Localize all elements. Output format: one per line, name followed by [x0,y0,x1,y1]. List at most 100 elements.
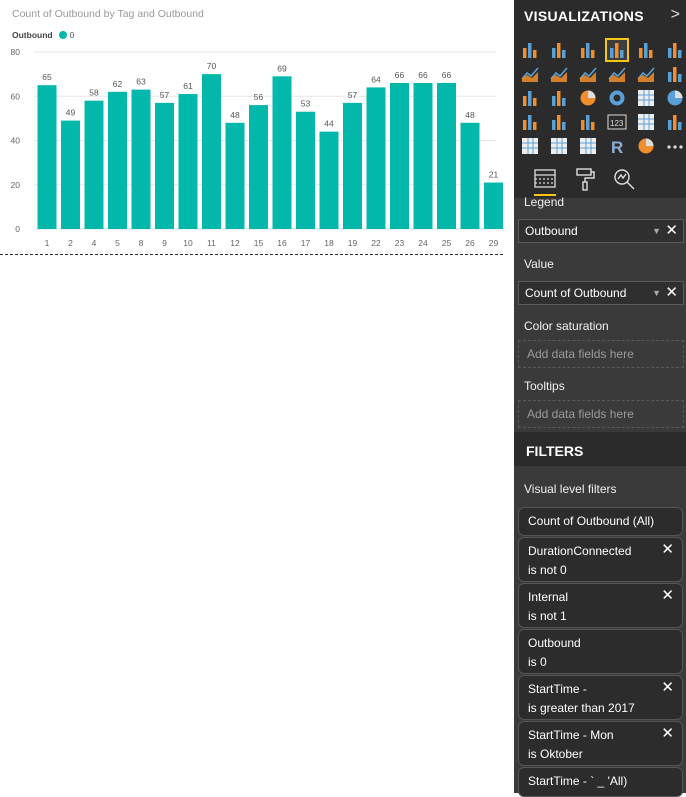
remove-filter-close-icon[interactable]: ✕ [661,726,674,742]
funnel-icon[interactable] [549,112,569,132]
clustered-column-icon[interactable] [605,38,629,62]
y-tick-label: 0 [15,224,20,234]
ribbon-icon[interactable] [665,64,685,84]
collapse-pane-chevron-icon[interactable]: > [671,6,680,24]
data-label: 66 [442,70,452,80]
filter-card-starttime-year[interactable]: StartTime - is greater than 2017 ✕ [518,675,683,720]
data-label: 66 [418,70,428,80]
svg-text:123: 123 [610,119,624,128]
data-label: 57 [160,90,170,100]
remove-filter-close-icon[interactable]: ✕ [661,680,674,696]
area-icon[interactable] [549,64,569,84]
legend-item: 0 [69,30,75,40]
color-saturation-label: Color saturation [524,319,609,333]
scatter-icon[interactable] [549,88,569,108]
x-tick-label: 18 [324,238,334,248]
bar [131,89,151,229]
y-tick-label: 60 [11,91,21,101]
y-tick-label: 80 [11,47,21,57]
matrix-icon[interactable] [578,136,598,156]
x-tick-label: 4 [92,238,97,248]
legend-field-name: Outbound [525,224,578,238]
clustered-bar-icon[interactable] [578,40,598,60]
bar [390,82,409,229]
bar [460,122,480,229]
line-column-icon[interactable] [607,64,627,84]
line-clustered-column-icon[interactable] [636,64,656,84]
format-paint-roller-icon[interactable] [572,166,598,192]
fields-tab-icon[interactable] [532,166,558,196]
bar [437,82,456,229]
gauge-icon[interactable] [578,112,598,132]
x-tick-label: 24 [418,238,428,248]
filter-title: Outbound [528,636,581,650]
bar [296,111,315,229]
visual-border [0,254,503,255]
card-icon[interactable]: 123 [607,112,627,132]
tooltips-dropzone[interactable]: Add data fields here [518,400,684,428]
slicer-icon[interactable] [520,136,540,156]
stacked-column-icon[interactable] [549,40,569,60]
treemap-icon[interactable] [636,88,656,108]
dropdown-arrow-icon[interactable]: ▼ [652,226,661,236]
data-label: 63 [136,77,146,87]
kpi-icon[interactable] [665,112,685,132]
data-label: 56 [254,92,264,102]
table-icon[interactable] [549,136,569,156]
filter-card-count-of-outbound[interactable]: Count of Outbound (All) [518,507,683,536]
dropzone-placeholder: Add data fields here [527,407,634,421]
data-label: 49 [66,108,76,118]
remove-filter-close-icon[interactable]: ✕ [661,542,674,558]
x-tick-label: 29 [489,238,499,248]
data-label: 48 [230,110,240,120]
data-label: 21 [489,170,499,180]
filter-card-starttime-month[interactable]: StartTime - Mon is Oktober ✕ [518,721,683,766]
bar [249,105,268,229]
filters-header: FILTERS [514,432,686,466]
analytics-magnifier-icon[interactable] [611,166,637,192]
legend-dot-icon [58,31,67,39]
pie-icon[interactable] [578,88,598,108]
filters-title: FILTERS [526,443,584,459]
bar [202,74,221,229]
filter-card-internal[interactable]: Internal is not 1 ✕ [518,583,683,628]
waterfall-icon[interactable] [520,88,540,108]
data-label: 61 [183,81,193,91]
100-column-icon[interactable] [665,40,685,60]
legend-field[interactable]: Outbound ▼ ✕ [518,219,684,243]
filter-card-outbound[interactable]: Outbound is 0 [518,629,683,674]
filter-title: StartTime - [528,682,587,696]
filled-map-icon[interactable] [520,112,540,132]
donut-icon[interactable] [607,88,627,108]
globe-icon[interactable] [636,136,656,156]
remove-field-close-icon[interactable]: ✕ [665,222,678,240]
x-tick-label: 23 [395,238,405,248]
x-tick-label: 22 [371,238,381,248]
data-label: 66 [395,70,405,80]
remove-field-close-icon[interactable]: ✕ [665,284,678,302]
filter-card-durationconnected[interactable]: DurationConnected is not 0 ✕ [518,537,683,582]
bar [155,102,174,229]
x-tick-label: 17 [301,238,311,248]
visualizations-header: VISUALIZATIONS > [514,0,686,34]
filter-title: StartTime - Mon [528,728,614,742]
r-visual-icon[interactable]: R [607,136,627,157]
pane-tabs [514,162,686,198]
color-saturation-dropzone[interactable]: Add data fields here [518,340,684,368]
multirow-card-icon[interactable] [636,112,656,132]
line-icon[interactable] [520,64,540,84]
chart-visual[interactable]: 0 20 40 60 80 65 1 49 2 58 4 62 5 63 8 57 9 61 10 70 11 48 12 5… [0,0,508,260]
map-icon[interactable] [665,88,685,108]
dropdown-arrow-icon[interactable]: ▼ [652,288,661,298]
value-field[interactable]: Count of Outbound ▼ ✕ [518,281,684,305]
filter-title: Count of Outbound (All) [528,514,655,528]
y-tick-label: 20 [11,180,21,190]
100-bar-icon[interactable] [636,40,656,60]
more-icon[interactable] [665,136,685,156]
stacked-area-icon[interactable] [578,64,598,84]
bar [37,85,57,229]
data-label: 70 [207,61,217,71]
remove-filter-close-icon[interactable]: ✕ [661,588,674,604]
chart-legend: Outbound 0 [12,30,74,40]
stacked-bar-icon[interactable] [520,40,540,60]
